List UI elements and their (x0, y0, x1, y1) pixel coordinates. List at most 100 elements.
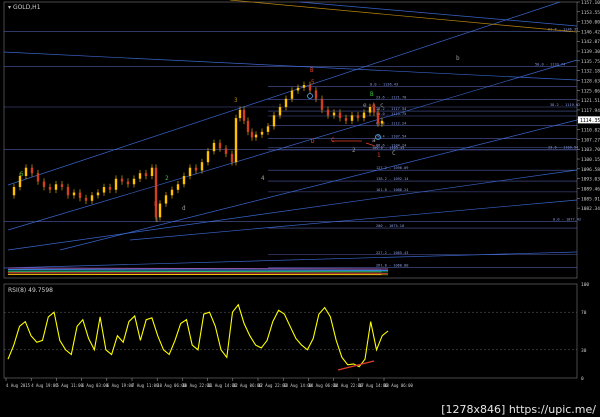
fib-level-label: 38.2 - 1119.02 (550, 103, 580, 107)
candle-body (234, 118, 238, 163)
candle-body (218, 142, 222, 149)
elliott-wave-label: 5 (311, 79, 315, 86)
price-axis-label: 1153.55 (581, 10, 600, 16)
candle-body (290, 90, 294, 99)
price-axis-label: 1132.18 (581, 69, 600, 75)
candle-body (250, 131, 254, 138)
candle-body (206, 151, 210, 163)
candle-body (90, 195, 94, 201)
elliott-wave-label: e (363, 102, 367, 109)
price-axis-label: 1128.63 (581, 78, 600, 84)
candle-body (30, 167, 34, 174)
candle-body (54, 184, 58, 190)
time-axis-label: 4 Aug 19:00 (31, 383, 58, 388)
candle-body (138, 173, 142, 179)
elliott-wave-label: 5 (20, 171, 24, 178)
rsi-divergence-arrow (337, 360, 375, 371)
channel-trendline (7, 1, 561, 186)
candle-body (200, 162, 204, 171)
elliott-wave-label: 1 (377, 152, 381, 159)
candle-body (72, 192, 76, 196)
channel-trendline (129, 199, 578, 241)
price-axis-label: 1142.87 (581, 39, 600, 45)
fib-level-label: 50.0 - 1133.74 (535, 62, 565, 66)
candle-body (120, 178, 124, 182)
fib-level-label: 0.0 - 1077.42 (553, 218, 581, 222)
fib-level-label: 23.6 - 1121.70 (376, 96, 406, 100)
elliott-wave-label: A (372, 102, 376, 109)
price-axis-label: 1125.06 (581, 88, 600, 94)
fib-level-label: 227.2 - 1065.43 (376, 251, 408, 255)
candle-body (338, 112, 342, 119)
candle-body (224, 148, 228, 154)
candle-body (170, 189, 174, 196)
elliott-wave-label: 4 (261, 175, 265, 182)
candle-body (266, 126, 270, 132)
candle-body (242, 109, 246, 121)
channel-trendline (3, 251, 578, 269)
main-panel-frame (3, 1, 578, 279)
candle-body (24, 167, 28, 176)
rsi-axis-label: 70 (581, 310, 587, 316)
price-axis-label: 1110.82 (581, 128, 600, 134)
channel-trendline (7, 169, 578, 251)
upic-watermark: [1278x846] https://upic.me/ (439, 403, 598, 416)
channel-trendline (7, 59, 578, 231)
time-axis-label: 5 Aug 11:00 (56, 383, 83, 388)
candle-body (194, 167, 198, 171)
time-axis-label: 4 Aug 2015 (6, 383, 31, 388)
price-axis-label: 1093.03 (581, 177, 600, 183)
elliott-wave-label: 2 (352, 147, 356, 154)
ma-ribbon-line (7, 267, 389, 270)
candle-body (254, 134, 258, 138)
elliott-wave-label: D (311, 138, 315, 145)
candle-body (344, 118, 348, 121)
candle-body (48, 187, 52, 190)
channel-trendline (3, 51, 578, 81)
candle-body (302, 84, 306, 88)
candle-body (176, 184, 180, 190)
candle-body (212, 142, 216, 152)
candle-body (150, 167, 154, 176)
candle-body (284, 98, 288, 108)
candle-body (350, 115, 354, 121)
candle-body (380, 120, 384, 124)
elliott-wave-label: C (331, 137, 335, 144)
candle-body (154, 167, 158, 218)
time-axis-label: 6 Aug 03:00 (82, 383, 109, 388)
candle-body (320, 98, 324, 110)
ma-ribbon-line (7, 269, 389, 271)
price-axis-label: 1089.46 (581, 186, 600, 192)
trading-chart-window[interactable]: ▾ GOLD,H1 RSI(8) 49.7598 1157.10 1153.55 1… (0, 0, 600, 417)
candle-body (238, 109, 242, 119)
price-axis-label: 1139.30 (581, 49, 600, 55)
candle-body (278, 107, 282, 116)
candle-body (314, 90, 318, 99)
candle-body (376, 112, 380, 124)
rsi-line (7, 303, 389, 368)
candle-body (108, 187, 112, 190)
channel-trendline (59, 119, 578, 251)
rsi-axis-label: 30 (581, 348, 587, 354)
candle-body (272, 115, 276, 127)
time-axis-label: 6 Aug 19:00 (107, 383, 134, 388)
candle-body (102, 187, 106, 193)
fib-level-label: 138.2 - 1092.14 (376, 177, 408, 181)
price-chart[interactable]: 1157.10 1153.55 1150.00 1146.42 1142.87 1139.… (0, 0, 600, 417)
candle-body (114, 178, 118, 190)
price-axis-label: 1103.70 (581, 147, 600, 153)
candle-body (12, 187, 16, 196)
price-axis-label: 1157.10 (581, 0, 600, 6)
elliott-wave-label: b (456, 55, 460, 62)
elliott-wave-label: B (310, 67, 314, 74)
elliott-wave-label: 1 (155, 217, 159, 224)
price-axis-label: 1100.15 (581, 157, 600, 163)
time-axis-label: 18 Aug 06:00 (384, 383, 413, 388)
price-axis-label: 1096.58 (581, 167, 600, 173)
fib-level-label: 261.8 - 1060.80 (376, 264, 408, 268)
candle-body (132, 178, 136, 185)
price-axis-label: 1107.27 (581, 137, 600, 143)
fib-level-label: 200 - 1075.10 (376, 224, 404, 228)
candle-body (368, 107, 372, 113)
fib-level-label: 61.8 - 1112.24 (376, 122, 406, 126)
